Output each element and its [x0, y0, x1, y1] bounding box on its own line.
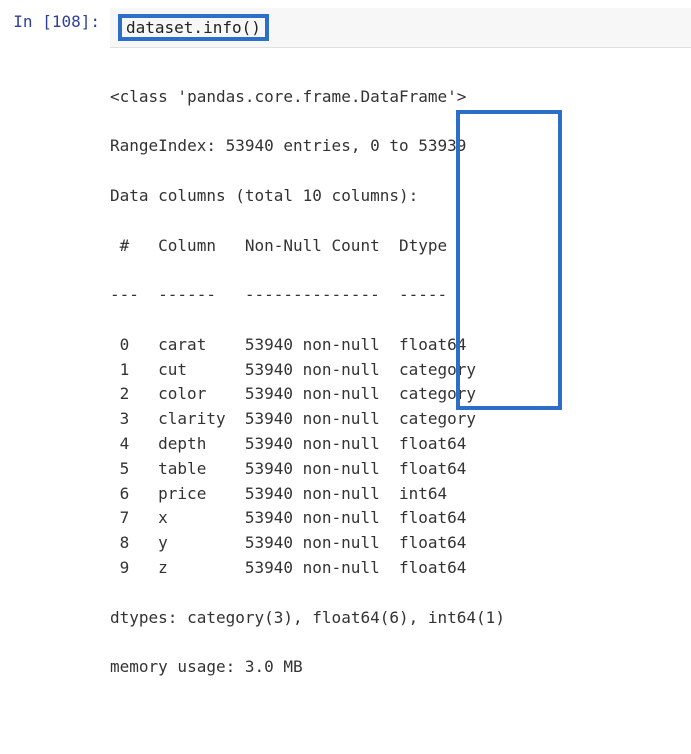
- row-nonnull: 53940 non-null: [245, 482, 399, 507]
- output-datacols: Data columns (total 10 columns):: [110, 184, 691, 209]
- header-nonnull: Non-Null Count: [245, 234, 399, 259]
- row-column: price: [158, 482, 245, 507]
- row-dtype: float64: [399, 432, 486, 457]
- row-nonnull: 53940 non-null: [245, 382, 399, 407]
- cell-output: <class 'pandas.core.frame.DataFrame'> Ra…: [110, 48, 691, 754]
- row-column: table: [158, 457, 245, 482]
- row-dtype: category: [399, 382, 486, 407]
- row-index: 4: [110, 432, 158, 457]
- row-dtype: float64: [399, 531, 486, 556]
- row-column: color: [158, 382, 245, 407]
- row-column: x: [158, 506, 245, 531]
- columns-header-row: # ColumnNon-Null CountDtype: [110, 234, 691, 259]
- row-column: y: [158, 531, 245, 556]
- row-index: 3: [110, 407, 158, 432]
- row-index: 1: [110, 358, 158, 383]
- output-class-line: <class 'pandas.core.frame.DataFrame'>: [110, 85, 691, 110]
- table-row: 0 carat53940 non-nullfloat64: [110, 333, 691, 358]
- row-index: 7: [110, 506, 158, 531]
- row-index: 9: [110, 556, 158, 581]
- row-nonnull: 53940 non-null: [245, 358, 399, 383]
- code-text: dataset.info(): [126, 18, 261, 37]
- columns-divider-row: --- -------------------------: [110, 283, 691, 308]
- row-column: z: [158, 556, 245, 581]
- row-index: 2: [110, 382, 158, 407]
- table-row: 3 clarity53940 non-nullcategory: [110, 407, 691, 432]
- row-dtype: int64: [399, 482, 486, 507]
- table-row: 4 depth53940 non-nullfloat64: [110, 432, 691, 457]
- header-dtype: Dtype: [399, 234, 486, 259]
- memory-usage: memory usage: 3.0 MB: [110, 655, 691, 680]
- row-dtype: category: [399, 407, 486, 432]
- row-nonnull: 53940 non-null: [245, 432, 399, 457]
- input-prompt: In [108]:: [8, 12, 100, 31]
- code-input-area[interactable]: dataset.info(): [110, 8, 691, 48]
- row-index: 8: [110, 531, 158, 556]
- row-index: 6: [110, 482, 158, 507]
- table-row: 7 x53940 non-nullfloat64: [110, 506, 691, 531]
- notebook-cell: In [108]: dataset.info() <class 'pandas.…: [0, 0, 691, 754]
- table-row: 1 cut53940 non-nullcategory: [110, 358, 691, 383]
- row-nonnull: 53940 non-null: [245, 457, 399, 482]
- code-highlight-box: dataset.info(): [118, 14, 269, 41]
- row-nonnull: 53940 non-null: [245, 407, 399, 432]
- row-dtype: float64: [399, 506, 486, 531]
- row-column: depth: [158, 432, 245, 457]
- table-row: 6 price53940 non-nullint64: [110, 482, 691, 507]
- table-row: 2 color53940 non-nullcategory: [110, 382, 691, 407]
- row-nonnull: 53940 non-null: [245, 556, 399, 581]
- row-dtype: category: [399, 358, 486, 383]
- output-rangeindex: RangeIndex: 53940 entries, 0 to 53939: [110, 134, 691, 159]
- table-row: 8 y53940 non-nullfloat64: [110, 531, 691, 556]
- row-nonnull: 53940 non-null: [245, 506, 399, 531]
- columns-rows: 0 carat53940 non-nullfloat64 1 cut53940 …: [110, 333, 691, 581]
- row-column: clarity: [158, 407, 245, 432]
- row-dtype: float64: [399, 556, 486, 581]
- header-column: Column: [158, 234, 245, 259]
- row-index: 0: [110, 333, 158, 358]
- row-column: carat: [158, 333, 245, 358]
- row-nonnull: 53940 non-null: [245, 333, 399, 358]
- dtypes-summary: dtypes: category(3), float64(6), int64(1…: [110, 606, 691, 631]
- row-dtype: float64: [399, 457, 486, 482]
- row-index: 5: [110, 457, 158, 482]
- header-index: #: [110, 234, 158, 259]
- row-nonnull: 53940 non-null: [245, 531, 399, 556]
- row-column: cut: [158, 358, 245, 383]
- table-row: 9 z53940 non-nullfloat64: [110, 556, 691, 581]
- table-row: 5 table53940 non-nullfloat64: [110, 457, 691, 482]
- row-dtype: float64: [399, 333, 486, 358]
